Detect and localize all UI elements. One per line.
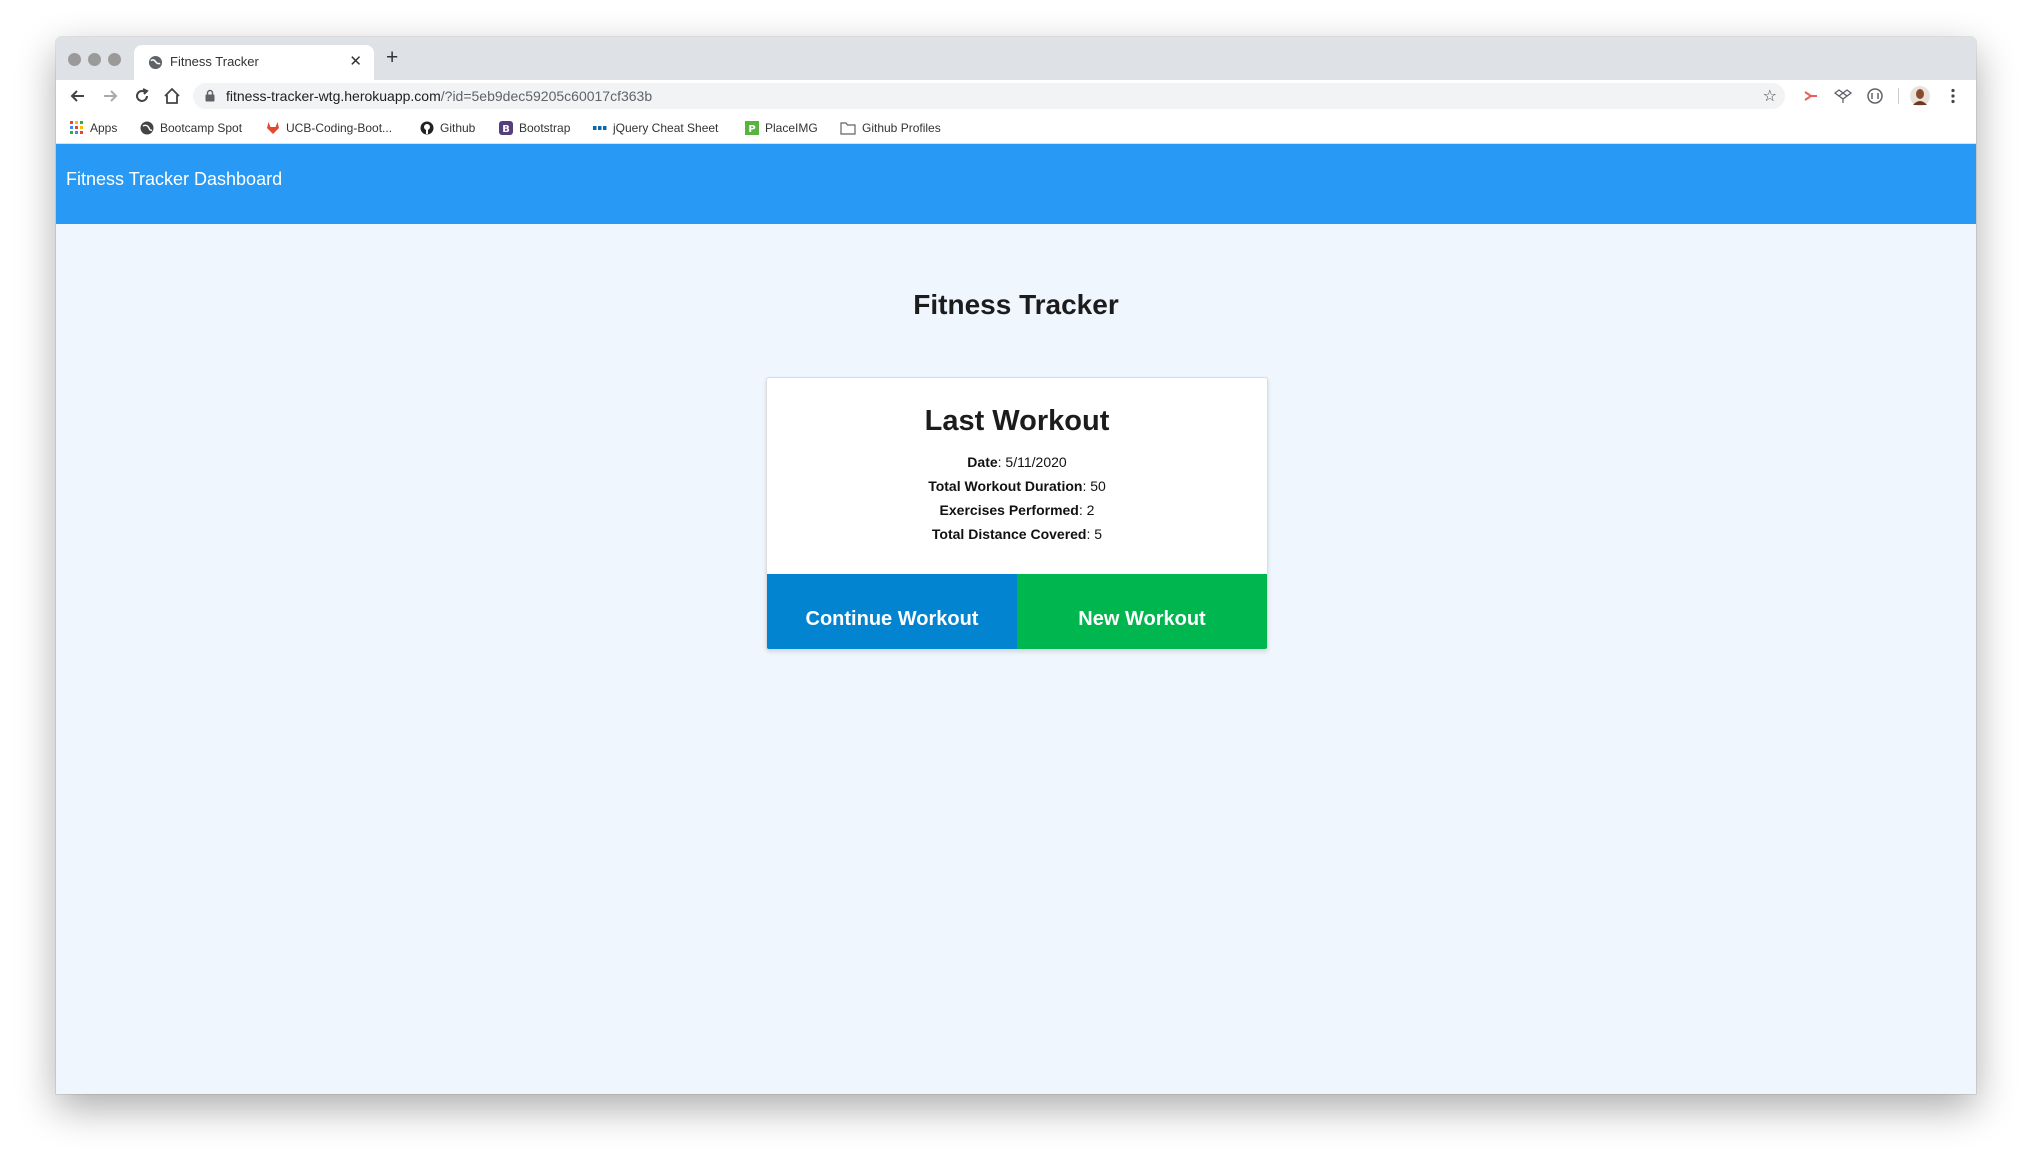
globe-icon bbox=[148, 55, 163, 70]
url-path: /?id=5eb9dec59205c60017cf363b bbox=[440, 88, 653, 104]
browser-toolbar: fitness-tracker-wtg.herokuapp.com/?id=5e… bbox=[56, 80, 1976, 112]
navbar-brand[interactable]: Fitness Tracker Dashboard bbox=[66, 169, 282, 190]
bookmark-placeimg[interactable]: P PlaceIMG bbox=[745, 119, 818, 137]
folder-icon bbox=[840, 122, 856, 135]
stat-value: : 5 bbox=[1086, 526, 1103, 542]
placeimg-icon: P bbox=[745, 121, 759, 135]
stat-value: : 5/11/2020 bbox=[997, 454, 1067, 470]
svg-text:P: P bbox=[748, 124, 755, 135]
address-bar[interactable]: fitness-tracker-wtg.herokuapp.com/?id=5e… bbox=[193, 83, 1785, 109]
extension-circle-icon[interactable] bbox=[1866, 87, 1884, 105]
bookmark-bootcamp-spot[interactable]: Bootcamp Spot bbox=[140, 119, 242, 137]
tab-close-icon[interactable]: ✕ bbox=[349, 52, 362, 70]
apps-grid-icon bbox=[70, 121, 83, 134]
tab-strip: Fitness Tracker ✕ + bbox=[56, 37, 1976, 80]
stat-distance: Total Distance Covered: 5 bbox=[767, 526, 1267, 542]
stat-label: Date bbox=[967, 454, 998, 470]
window-close-dot[interactable] bbox=[68, 53, 81, 66]
url-text: fitness-tracker-wtg.herokuapp.com/?id=5e… bbox=[226, 88, 652, 104]
bookmark-star-icon[interactable]: ☆ bbox=[1763, 86, 1777, 106]
card-title: Last Workout bbox=[924, 405, 1110, 437]
bookmark-label: UCB-Coding-Boot... bbox=[286, 121, 393, 135]
forward-arrow-icon[interactable] bbox=[100, 86, 120, 106]
extension-red-icon[interactable] bbox=[1802, 87, 1820, 105]
bootcamp-spot-icon bbox=[140, 121, 154, 135]
page-title: Fitness Tracker bbox=[913, 289, 1119, 320]
bookmark-label: Bootcamp Spot bbox=[160, 121, 243, 135]
jquery-icon bbox=[593, 126, 607, 130]
stat-label: Exercises Performed bbox=[939, 502, 1079, 518]
home-icon[interactable] bbox=[162, 86, 182, 106]
back-arrow-icon[interactable] bbox=[68, 86, 88, 106]
continue-workout-button[interactable]: Continue Workout bbox=[767, 574, 1017, 649]
tab-title: Fitness Tracker bbox=[170, 54, 259, 69]
new-tab-button[interactable]: + bbox=[386, 47, 398, 68]
stat-date: Date: 5/11/2020 bbox=[767, 454, 1267, 470]
last-workout-card: Last Workout Date: 5/11/2020 Total Worko… bbox=[766, 377, 1268, 650]
stat-label: Total Workout Duration bbox=[928, 478, 1083, 494]
bookmark-github[interactable]: Github bbox=[420, 119, 475, 137]
url-host: fitness-tracker-wtg.herokuapp.com bbox=[226, 88, 441, 104]
bookmark-label: Github Profiles bbox=[862, 121, 941, 135]
window-minimize-dot[interactable] bbox=[88, 53, 101, 66]
stat-value: : 2 bbox=[1078, 502, 1095, 518]
bookmark-label: PlaceIMG bbox=[765, 121, 818, 135]
toolbar-divider bbox=[1898, 88, 1899, 104]
bookmark-bootstrap[interactable]: B Bootstrap bbox=[499, 119, 570, 137]
new-workout-button[interactable]: New Workout bbox=[1017, 574, 1267, 649]
bookmark-github-profiles[interactable]: Github Profiles bbox=[840, 119, 941, 137]
page-content: Fitness Tracker Dashboard Fitness Tracke… bbox=[56, 144, 1976, 1094]
menu-dots-icon[interactable] bbox=[1944, 87, 1962, 105]
stat-exercises: Exercises Performed: 2 bbox=[767, 502, 1267, 518]
bookmark-label: Github bbox=[440, 121, 476, 135]
reload-icon[interactable] bbox=[132, 86, 152, 106]
bookmarks-bar: Apps Bootcamp Spot UCB-Coding-Boot... Gi… bbox=[56, 112, 1976, 144]
profile-avatar[interactable] bbox=[1910, 86, 1930, 106]
lock-icon bbox=[205, 89, 215, 102]
window-zoom-dot[interactable] bbox=[108, 53, 121, 66]
bookmark-label: Bootstrap bbox=[519, 121, 571, 135]
bookmark-jquery[interactable]: jQuery Cheat Sheet bbox=[593, 119, 718, 137]
gitlab-icon bbox=[267, 122, 279, 134]
tab-fitness-tracker[interactable]: Fitness Tracker ✕ bbox=[134, 45, 374, 80]
svg-text:B: B bbox=[502, 124, 510, 135]
stat-label: Total Distance Covered bbox=[931, 526, 1087, 542]
dropbox-icon[interactable] bbox=[1834, 87, 1852, 105]
bootstrap-icon: B bbox=[499, 121, 513, 135]
stat-value: : 50 bbox=[1082, 478, 1106, 494]
bookmark-label: jQuery Cheat Sheet bbox=[613, 121, 719, 135]
bookmark-ucb-coding[interactable]: UCB-Coding-Boot... bbox=[266, 119, 392, 137]
browser-window: Fitness Tracker ✕ + fitness-tracker-wtg.… bbox=[56, 37, 1976, 1094]
stat-duration: Total Workout Duration: 50 bbox=[767, 478, 1267, 494]
github-icon bbox=[420, 121, 434, 135]
bookmark-label: Apps bbox=[90, 121, 118, 135]
navbar: Fitness Tracker Dashboard bbox=[56, 144, 1976, 224]
bookmark-apps[interactable]: Apps bbox=[70, 119, 117, 137]
